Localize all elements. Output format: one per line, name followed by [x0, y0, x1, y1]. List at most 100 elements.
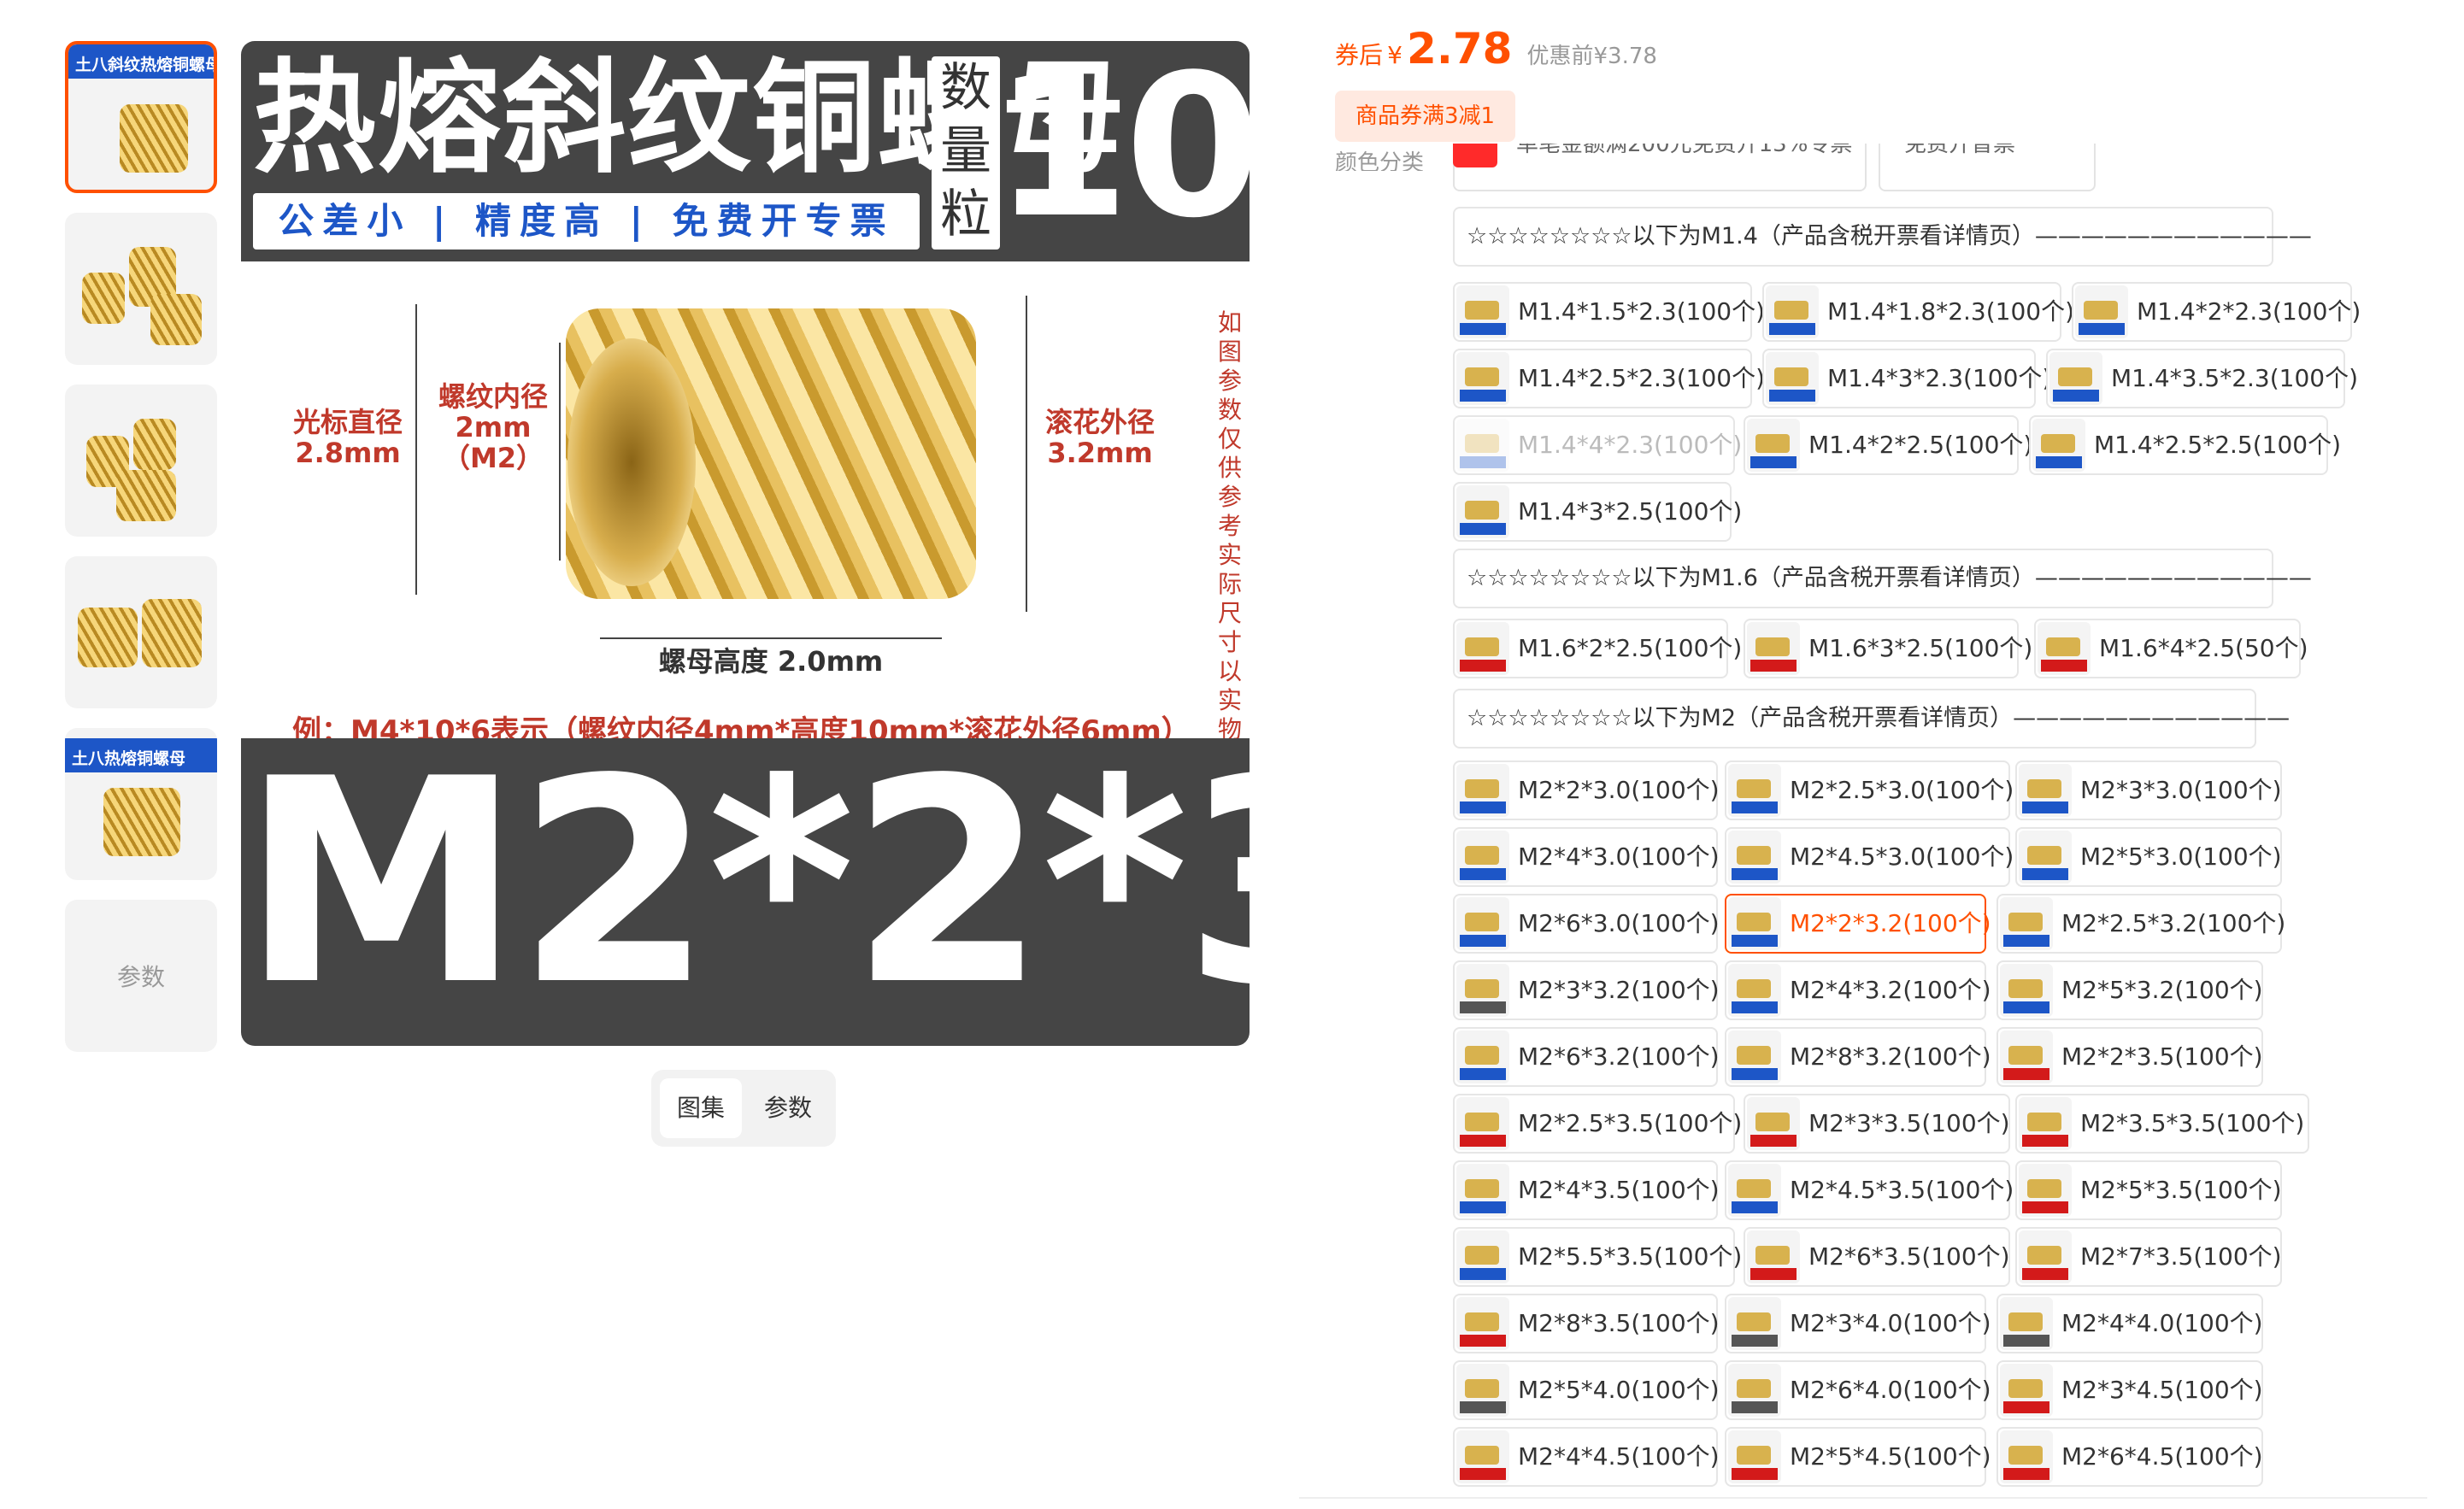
- nut-image: [150, 294, 202, 345]
- sku-option[interactable]: M2*3*4.5(100个): [1996, 1360, 2263, 1420]
- sku-option[interactable]: M1.4*3*2.5(100个): [1453, 482, 1742, 542]
- sku-swatch: [1766, 285, 1819, 338]
- sku-option[interactable]: M2*4*4.0(100个): [1996, 1294, 2263, 1353]
- sku-option[interactable]: M2*4.5*3.5(100个): [1725, 1160, 2014, 1220]
- coupon-badge[interactable]: 商品券满3减1: [1335, 91, 1516, 142]
- sku-swatch: [1747, 1230, 1800, 1283]
- nut-image: [82, 273, 125, 324]
- image-tagline: 公差小 | 精度高 | 免费开专票: [253, 193, 920, 250]
- sku-option[interactable]: M1.4*2.5*2.5(100个): [2029, 415, 2341, 475]
- nut-image: [142, 599, 202, 667]
- sku-swatch: [1747, 1097, 1800, 1150]
- sku-group-header-m14[interactable]: ☆☆☆☆☆☆☆☆以下为M1.4（产品含税开票看详情页）————————————: [1453, 207, 2312, 267]
- sku-option[interactable]: M1.6*3*2.5(100个): [1744, 619, 2032, 678]
- sku-swatch: [1728, 1364, 1781, 1417]
- sku-option[interactable]: M1.4*2*2.3(100个): [2072, 282, 2361, 342]
- sku-option[interactable]: M2*3*3.5(100个): [1744, 1094, 2010, 1154]
- sku-swatch: [2049, 352, 2102, 405]
- sku-swatch: [1456, 1164, 1509, 1217]
- sku-swatch: [1747, 622, 1800, 675]
- sku-option[interactable]: M2*2.5*3.5(100个): [1453, 1094, 1742, 1154]
- sku-option-selected[interactable]: M2*2*3.2(100个): [1725, 894, 1991, 954]
- sku-option[interactable]: M1.6*2*2.5(100个): [1453, 619, 1742, 678]
- sku-option[interactable]: M1.4*3*2.3(100个): [1762, 349, 2051, 408]
- sku-swatch: [1456, 1230, 1509, 1283]
- sku-swatch: [2000, 964, 2053, 1017]
- sku-swatch: [1456, 897, 1509, 950]
- dim-line: [1026, 296, 1027, 612]
- sku-swatch: [1728, 1297, 1781, 1350]
- sku-option[interactable]: M2*5*3.0(100个): [2015, 827, 2282, 887]
- dim-line: [559, 343, 561, 561]
- sku-option[interactable]: M2*6*3.5(100个): [1744, 1227, 2010, 1287]
- sku-swatch: [2032, 419, 2085, 472]
- sku-option[interactable]: M2*4*3.2(100个): [1725, 960, 1991, 1020]
- sku-option[interactable]: M2*3*4.0(100个): [1725, 1294, 1991, 1353]
- sku-option[interactable]: M2*8*3.2(100个): [1725, 1027, 1991, 1087]
- dim-label-flange: 光标直径2.8mm: [292, 406, 403, 469]
- nut-image: [133, 419, 176, 470]
- sku-option[interactable]: M1.4*1.8*2.3(100个): [1762, 282, 2074, 342]
- image-header: 热熔斜纹铜螺母 数量粒 100 公差小 | 精度高 | 免费开专票: [241, 41, 1250, 261]
- tab-gallery[interactable]: 图集: [660, 1078, 742, 1138]
- thumbnail-3[interactable]: [65, 385, 217, 537]
- image-diagram: 光标直径2.8mm 螺纹内径2mm（M2） 滚花外径3.2mm 螺母高度 2.0…: [241, 261, 1250, 801]
- after-coupon-label: 券后: [1335, 41, 1384, 69]
- sku-option[interactable]: M2*3*3.2(100个): [1453, 960, 1720, 1020]
- sku-option[interactable]: M1.6*4*2.5(50个): [2034, 619, 2308, 678]
- tab-params[interactable]: 参数: [747, 1078, 829, 1138]
- dim-line: [415, 304, 417, 595]
- thumbnail-1[interactable]: 土八斜纹热熔铜螺母: [65, 41, 217, 193]
- sku-option[interactable]: M2*8*3.5(100个): [1453, 1294, 1720, 1353]
- currency-symbol: ¥: [1387, 41, 1403, 69]
- thumbnail-params[interactable]: 参数: [65, 900, 217, 1052]
- sku-option[interactable]: M2*5*3.5(100个): [2015, 1160, 2282, 1220]
- sku-swatch: [1728, 964, 1781, 1017]
- sku-option[interactable]: M2*2.5*3.2(100个): [1996, 894, 2285, 954]
- option-invoice-special-label: 单笔金额满200元免费开13%专票: [1516, 144, 1853, 157]
- thumbnail-2[interactable]: [65, 213, 217, 365]
- sku-option[interactable]: M2*2*3.5(100个): [1996, 1027, 2263, 1087]
- sku-swatch: [2000, 1364, 2053, 1417]
- sku-option[interactable]: M2*2*3.0(100个): [1453, 760, 1720, 820]
- sku-option[interactable]: M2*4.5*3.0(100个): [1725, 827, 2014, 887]
- dim-line: [600, 637, 942, 639]
- sku-option[interactable]: M2*5*4.0(100个): [1453, 1360, 1720, 1420]
- thumbnail-5[interactable]: 土八热熔铜螺母: [65, 728, 217, 880]
- sku-swatch: [1456, 1430, 1509, 1483]
- sku-option[interactable]: M2*4*4.5(100个): [1453, 1427, 1720, 1487]
- sku-swatch: [1456, 964, 1509, 1017]
- nut-image: [116, 470, 176, 521]
- thumbnail-4[interactable]: [65, 556, 217, 708]
- sku-swatch: [1456, 1297, 1509, 1350]
- sku-option[interactable]: M2*4*3.5(100个): [1453, 1160, 1720, 1220]
- sku-option[interactable]: M2*2.5*3.0(100个): [1725, 760, 2014, 820]
- sku-option[interactable]: M1.4*2.5*2.3(100个): [1453, 349, 1765, 408]
- sku-option[interactable]: M2*6*4.0(100个): [1725, 1360, 1991, 1420]
- quantity-value: 100: [993, 41, 1250, 261]
- sku-group-header-m2[interactable]: ☆☆☆☆☆☆☆☆以下为M2（产品含税开票看详情页）————————————: [1453, 689, 2290, 749]
- sku-option[interactable]: M2*4*3.0(100个): [1453, 827, 1720, 887]
- sku-option[interactable]: M2*3*3.0(100个): [2015, 760, 2282, 820]
- sku-option[interactable]: M2*3.5*3.5(100个): [2015, 1094, 2309, 1154]
- sku-option[interactable]: M1.4*2*2.5(100个): [1744, 415, 2032, 475]
- sku-swatch: [1728, 764, 1781, 817]
- sku-swatch: [1728, 831, 1781, 884]
- sku-option[interactable]: M2*5.5*3.5(100个): [1453, 1227, 1742, 1287]
- sku-group-header-m16[interactable]: ☆☆☆☆☆☆☆☆以下为M1.6（产品含税开票看详情页）————————————: [1453, 549, 2312, 608]
- sku-option[interactable]: M1.4*1.5*2.3(100个): [1453, 282, 1765, 342]
- sku-option[interactable]: M2*6*4.5(100个): [1996, 1427, 2263, 1487]
- sku-option[interactable]: M2*5*4.5(100个): [1725, 1427, 1991, 1487]
- color-category-label: 颜色分类: [1335, 150, 1425, 171]
- sku-option[interactable]: M2*7*3.5(100个): [2015, 1227, 2282, 1287]
- sku-option[interactable]: M2*6*3.0(100个): [1453, 894, 1720, 954]
- sku-option[interactable]: M1.4*3.5*2.3(100个): [2046, 349, 2358, 408]
- sku-option[interactable]: M2*6*3.2(100个): [1453, 1027, 1720, 1087]
- image-footer: M2*2*3.2: [241, 728, 1250, 1046]
- thumbnail-params-label: 参数: [116, 963, 165, 991]
- original-price: 优惠前¥3.78: [1526, 44, 1657, 69]
- sku-option-disabled[interactable]: M1.4*4*2.3(100个): [1453, 415, 1742, 475]
- main-product-image[interactable]: 热熔斜纹铜螺母 数量粒 100 公差小 | 精度高 | 免费开专票 光标直径2.…: [241, 41, 1250, 1046]
- sku-swatch: [1728, 1164, 1781, 1217]
- sku-option[interactable]: M2*5*3.2(100个): [1996, 960, 2263, 1020]
